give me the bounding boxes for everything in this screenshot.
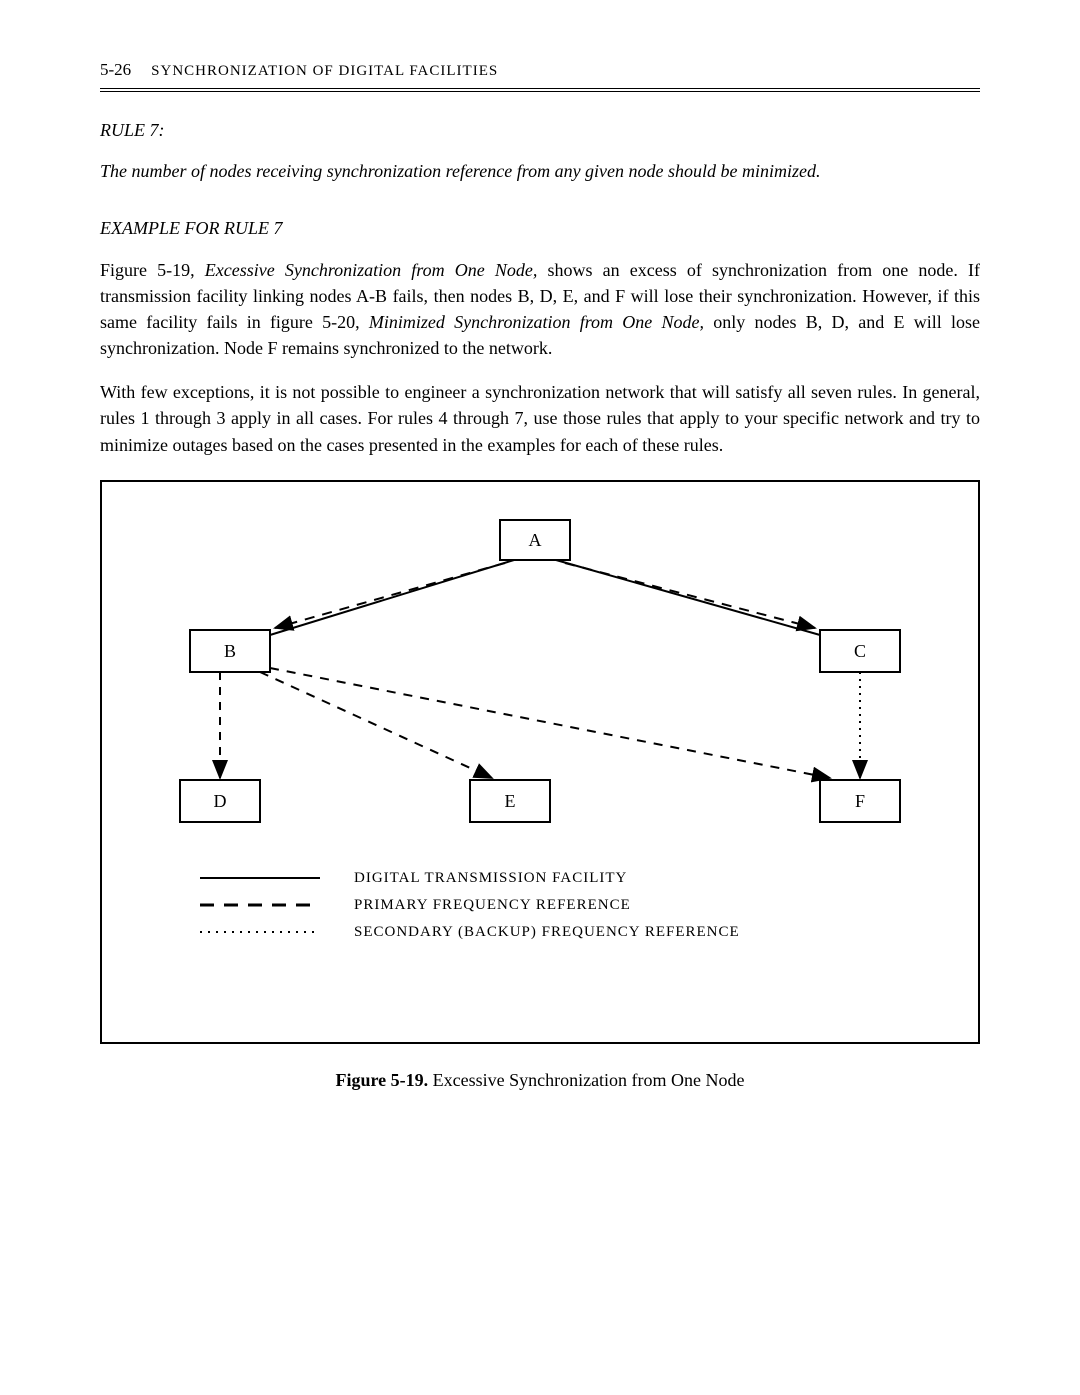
legend-dashed-icon [200,898,320,912]
para1-prefix: Figure 5-19, [100,260,205,280]
rule-heading: RULE 7: [100,120,980,141]
legend-row-solid: DIGITAL TRANSMISSION FACILITY [200,870,960,887]
legend: DIGITAL TRANSMISSION FACILITY PRIMARY FR… [200,870,960,941]
node-c-label: C [854,641,866,661]
node-f-label: F [855,791,865,811]
legend-row-dotted: SECONDARY (BACKUP) FREQUENCY REFERENCE [200,924,960,941]
figure-caption-text: Excessive Synchronization from One Node [428,1070,744,1090]
header-double-rule [100,88,980,92]
legend-dotted-label: SECONDARY (BACKUP) FREQUENCY REFERENCE [354,924,740,941]
page-container: 5-26 SYNCHRONIZATION OF DIGITAL FACILITI… [0,0,1080,1151]
diagram-svg: A B C D E F [120,500,960,860]
para1-em1: Excessive Synchronization from One Node, [205,260,538,280]
node-e-label: E [505,791,516,811]
example-heading: EXAMPLE FOR RULE 7 [100,218,980,239]
page-number: 5-26 [100,60,131,80]
para1-em2: Minimized Synchronization from One Node, [369,312,704,332]
node-a-label: A [529,530,542,550]
example-paragraph-2: With few exceptions, it is not possible … [100,379,980,457]
example-paragraph-1: Figure 5-19, Excessive Synchronization f… [100,257,980,361]
figure-caption-label: Figure 5-19. [335,1070,428,1090]
figure-caption: Figure 5-19. Excessive Synchronization f… [100,1070,980,1091]
node-d-label: D [214,791,227,811]
header-title: SYNCHRONIZATION OF DIGITAL FACILITIES [151,63,498,80]
node-b-label: B [224,641,236,661]
figure-box: A B C D E F [100,480,980,1044]
rule-text: The number of nodes receiving synchroniz… [100,161,980,182]
legend-dotted-icon [200,925,320,939]
legend-row-dashed: PRIMARY FREQUENCY REFERENCE [200,897,960,914]
running-header: 5-26 SYNCHRONIZATION OF DIGITAL FACILITI… [100,60,980,80]
legend-dashed-label: PRIMARY FREQUENCY REFERENCE [354,897,631,914]
legend-solid-label: DIGITAL TRANSMISSION FACILITY [354,870,627,887]
legend-solid-icon [200,871,320,885]
